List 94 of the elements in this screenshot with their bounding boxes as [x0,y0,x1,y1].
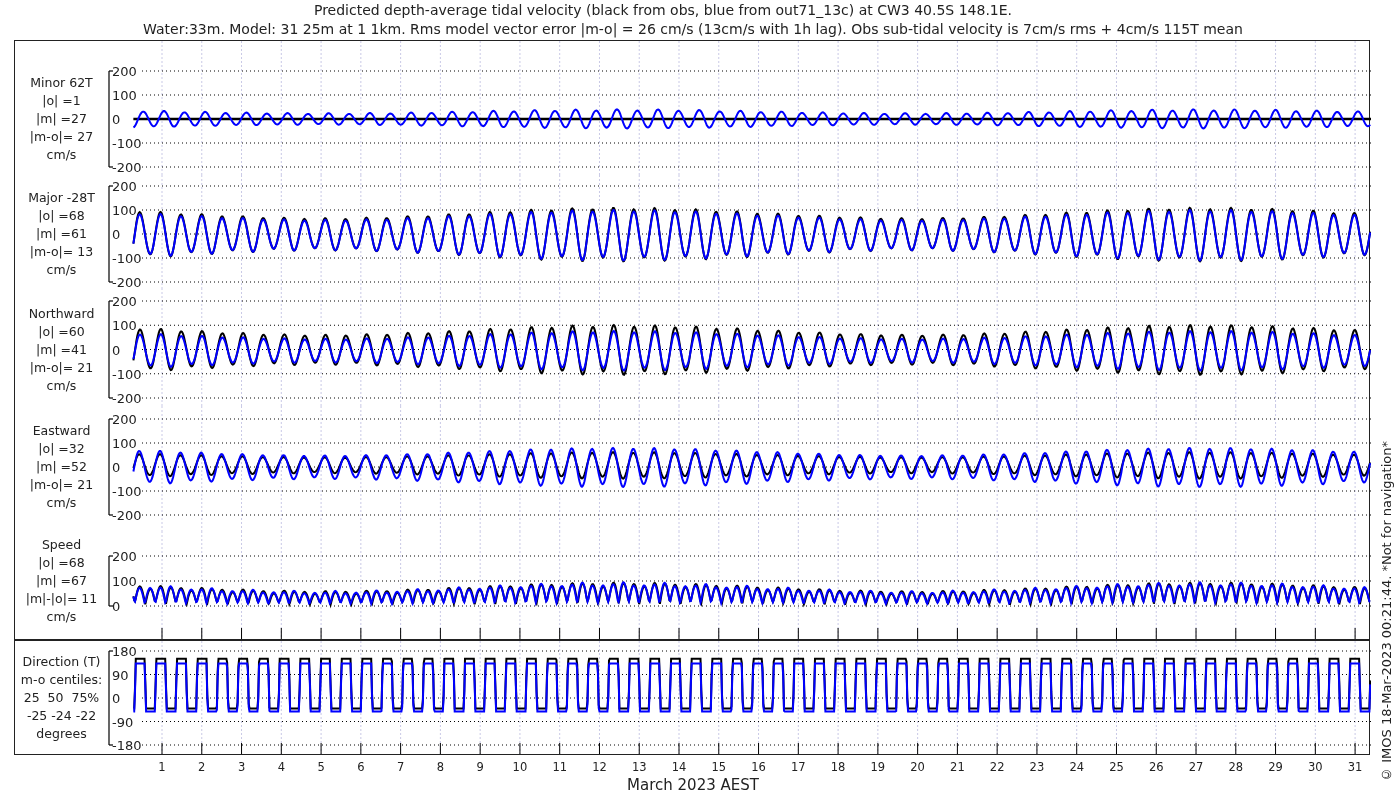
x-tick-label: 22 [989,760,1005,774]
y-tick-label: -100 [112,251,142,266]
y-tick-label: -180 [112,738,142,753]
x-tick-label: 9 [476,760,484,774]
panel-stat-label: |m| =41 [36,340,87,359]
chart-title: Water:33m. Model: 31 25m at 1 1km. Rms model vector error |m-o| = 26 cm/s (13cm/s with 1h lag). Obs sub-tidal velocity is 7cm/s rms + 4cm/s 115T mean [143,20,1243,38]
panel-stat-label: 25 50 75% [23,689,100,707]
y-tick-label: 100 [112,436,137,451]
x-tick-label: 8 [436,760,445,774]
x-tick-label: 31 [1347,760,1363,774]
y-tick-label: 0 [112,227,121,242]
panel-stat-label: cm/s [46,608,77,626]
panel-stat-label: |o| =1 [42,92,81,110]
y-tick-label: 0 [112,691,121,706]
panel-stat-label: Major -28T [28,189,95,207]
y-axis [108,555,114,607]
panel-stat-label: cm/s [46,261,77,279]
x-tick-label: 14 [671,760,687,774]
panel-stat-label: |m|-|o|= 11 [25,590,98,608]
x-tick-label: 21 [950,760,965,774]
y-tick-label: 90 [112,667,129,683]
panel-stat-label: cm/s [46,494,77,512]
panel-stat-label: Speed [41,536,82,554]
y-tick-label: 200 [112,179,137,194]
panel-stat-label: |m| =27 [36,110,87,128]
x-axis-label: March 2023 AEST [626,777,760,793]
x-tick-label: 28 [1228,760,1244,774]
panel-stat-label: |m| =67 [36,572,87,590]
y-tick-label: 200 [112,64,137,79]
panel-stat-label: Minor 62T [30,74,93,92]
x-tick-label: 25 [1109,760,1124,774]
panel-stat-label: |m| =61 [36,225,87,243]
panel-stat-label: |m-o|= 27 [29,128,94,146]
y-tick-label: 200 [112,549,137,564]
chart-title: Predicted depth-average tidal velocity (black from obs, blue from out71_13c) at CW3 40.5S 148.1E. [313,1,1014,19]
y-tick-label: 200 [112,412,137,427]
panel-stat-label: cm/s [46,146,77,164]
panel-stat-label: |m-o|= 21 [29,358,94,377]
x-tick-label: 24 [1069,760,1085,774]
panel-stat-label: degrees [36,725,87,743]
y-tick-label: 100 [112,203,137,218]
x-tick-label: 26 [1148,760,1164,774]
x-tick-label: 13 [631,760,647,774]
y-tick-label: -200 [112,391,142,406]
x-tick-label: 11 [552,760,567,774]
panel-stat-label: |m-o|= 21 [29,476,94,494]
x-tick-label: 18 [830,760,846,774]
panel-stat-label: Eastward [32,422,91,440]
x-tick-label: 4 [277,760,285,774]
x-tick-label: 27 [1188,760,1204,774]
panel-stat-label: |o| =60 [38,322,85,341]
x-tick-label: 10 [512,760,528,774]
x-tick-label: 19 [870,760,886,774]
x-tick-label: 3 [237,760,246,774]
panel-stat-label: |m| =52 [36,458,87,476]
x-tick-label: 7 [396,760,405,774]
y-tick-label: -100 [112,484,142,499]
panel-stat-label: -25 -24 -22 [26,707,97,725]
panel-stat-label: |o| =32 [38,440,85,458]
x-tick-label: 15 [711,760,727,774]
y-tick-label: 100 [112,88,137,103]
panel-stat-label: Northward [28,304,95,323]
x-tick-label: 16 [751,760,766,774]
y-tick-label: -200 [112,508,142,523]
panel-stat-label: m-o centiles: [20,671,103,689]
x-tick-label: 17 [791,760,806,774]
panel-stat-label: |o| =68 [38,554,85,572]
x-tick-label: 2 [198,760,206,774]
x-tick-label: 23 [1029,760,1045,774]
y-tick-label: -100 [112,136,142,151]
panel-stat-label: |m-o|= 13 [29,243,94,261]
y-tick-label: 100 [112,574,137,589]
y-tick-label: 0 [112,599,121,614]
credit-note: © IMOS 18-Mar-2023 00:21:44. *Not for navigation* [1378,441,1394,782]
panel-stat-label: Direction (T) [22,653,101,671]
y-tick-label: -100 [112,366,142,382]
y-tick-label: 200 [112,294,137,309]
y-tick-label: 100 [112,318,137,334]
y-tick-label: -200 [112,160,142,175]
panel-stat-label: cm/s [46,376,77,395]
x-tick-label: 1 [158,760,166,774]
y-tick-label: 0 [112,460,121,475]
x-tick-label: 12 [592,760,607,774]
x-tick-label: 20 [910,760,925,774]
y-tick-label: 180 [112,644,137,659]
y-tick-label: 0 [112,112,121,127]
x-tick-label: 30 [1308,760,1323,774]
y-tick-label: -90 [112,714,134,730]
y-tick-label: -200 [112,275,142,288]
panel-stat-label: |o| =68 [38,207,85,225]
x-tick-label: 29 [1268,760,1283,774]
x-tick-label: 6 [357,760,365,774]
x-tick-label: 5 [317,760,325,774]
y-tick-label: 0 [112,342,121,358]
